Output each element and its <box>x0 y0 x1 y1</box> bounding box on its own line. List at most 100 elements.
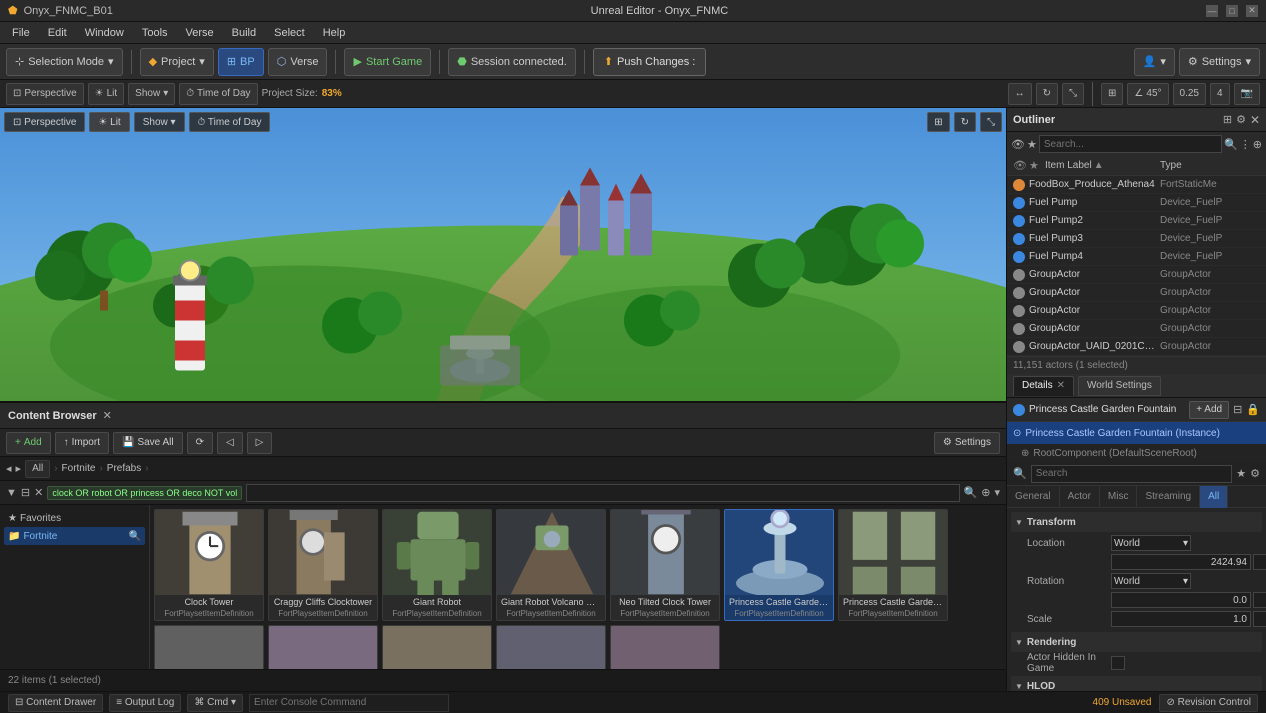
outliner-row[interactable]: Fuel Pump3 Device_FuelP <box>1007 230 1266 248</box>
asset-card[interactable]: Craggy Cliffs Clocktower FortPlaysetItem… <box>268 509 378 621</box>
asset-card[interactable] <box>496 625 606 669</box>
scale-x-input[interactable] <box>1111 611 1251 627</box>
location-dropdown[interactable]: World▾ <box>1111 535 1191 551</box>
translate-button[interactable]: ↔ <box>1008 83 1032 105</box>
details-tab-close[interactable]: ✕ <box>1057 380 1065 391</box>
details-star-icon[interactable]: ★ <box>1236 467 1246 480</box>
verse-button[interactable]: ⬡ Verse <box>268 48 328 76</box>
details-search-input[interactable] <box>1031 465 1233 483</box>
history-fwd-button[interactable]: ▷ <box>247 432 273 454</box>
asset-card[interactable]: Giant Robot FortPlaysetItemDefinition <box>382 509 492 621</box>
show-button[interactable]: Show ▾ <box>128 83 175 105</box>
time-of-day-button[interactable]: ⏱ Time of Day <box>179 83 257 105</box>
all-tab[interactable]: All <box>1200 486 1228 508</box>
menu-window[interactable]: Window <box>77 25 132 41</box>
filter-icon[interactable]: ▼ <box>6 487 17 499</box>
path-prefabs-item[interactable]: Prefabs <box>107 463 141 474</box>
vp-grid-btn[interactable]: ⊞ <box>927 112 949 132</box>
actor-tab[interactable]: Actor <box>1060 486 1100 508</box>
selected-instance-row[interactable]: ⊙ Princess Castle Garden Fountain (Insta… <box>1007 422 1266 444</box>
filter-input[interactable] <box>246 484 959 502</box>
rendering-section[interactable]: ▼ Rendering <box>1011 632 1262 652</box>
perspective-button[interactable]: ⊡ Perspective <box>6 83 84 105</box>
vp-rotate-btn[interactable]: ↻ <box>954 112 976 132</box>
snap-display[interactable]: 0.25 <box>1173 83 1206 105</box>
outliner-add-icon[interactable]: ⊕ <box>1253 138 1262 151</box>
transform-section[interactable]: ▼ Transform <box>1011 512 1262 532</box>
history-back-button[interactable]: ◁ <box>217 432 243 454</box>
outliner-row[interactable]: GroupActor GroupActor <box>1007 284 1266 302</box>
users-button[interactable]: 👤 ▾ <box>1134 48 1175 76</box>
item-label-col[interactable]: Item Label <box>1045 160 1092 171</box>
session-button[interactable]: ⬣ Session connected. <box>448 48 576 76</box>
actor-hidden-checkbox[interactable] <box>1111 656 1125 670</box>
asset-card[interactable] <box>610 625 720 669</box>
scale-btn[interactable]: ⤡ <box>1062 83 1084 105</box>
console-command-input[interactable] <box>249 694 449 712</box>
selection-mode-button[interactable]: ⊹ Selection Mode ▾ <box>6 48 123 76</box>
asset-card[interactable]: Princess Castle Garden Intersection Fort… <box>838 509 948 621</box>
tab-label[interactable]: Onyx_FNMC_B01 <box>24 5 113 17</box>
cmd-button[interactable]: ⌘ Cmd ▾ <box>187 694 243 712</box>
settings-button[interactable]: ⚙ Settings ▾ <box>1179 48 1260 76</box>
bp-button[interactable]: ⊞ BP <box>218 48 264 76</box>
filter-down-icon[interactable]: ⊟ <box>21 486 30 499</box>
import-button[interactable]: ↑ Import <box>55 432 109 454</box>
lit-vp-button[interactable]: ☀ Lit <box>89 112 129 132</box>
outliner-settings-icon[interactable]: ⚙ <box>1236 113 1246 126</box>
star-icon[interactable]: ★ <box>1027 138 1037 151</box>
filter-close-icon[interactable]: ✕ <box>34 486 43 499</box>
misc-tab[interactable]: Misc <box>1100 486 1138 508</box>
general-tab[interactable]: General <box>1007 486 1060 508</box>
path-fortnite-item[interactable]: Fortnite <box>62 463 96 474</box>
view-options-icon[interactable]: ⊟ <box>1233 403 1242 416</box>
outliner-filter-icon[interactable]: ⊞ <box>1223 113 1232 126</box>
project-button[interactable]: ◆ Project ▾ <box>140 48 214 76</box>
angle-display[interactable]: ∠ 45° <box>1127 83 1168 105</box>
menu-file[interactable]: File <box>4 25 38 41</box>
details-settings-icon[interactable]: ⚙ <box>1250 467 1260 480</box>
maximize-button[interactable]: □ <box>1226 5 1238 17</box>
outliner-row[interactable]: Fuel Pump Device_FuelP <box>1007 194 1266 212</box>
outliner-search-input[interactable] <box>1039 135 1222 153</box>
grid-button[interactable]: ⊞ <box>1101 83 1123 105</box>
rotation-x-input[interactable] <box>1111 592 1251 608</box>
lit-button[interactable]: ☀ Lit <box>88 83 125 105</box>
rotation-y-input[interactable] <box>1253 592 1266 608</box>
minimize-button[interactable]: — <box>1206 5 1218 17</box>
rotate-button[interactable]: ↻ <box>1036 83 1058 105</box>
cb-settings-button[interactable]: ⚙ Settings <box>934 432 1000 454</box>
asset-card[interactable]: Clock Tower FortPlaysetItemDefinition <box>154 509 264 621</box>
outliner-row[interactable]: FoodBox_Produce_Athena4 FortStaticMe <box>1007 176 1266 194</box>
fortnite-tree-item[interactable]: 📁 Fortnite 🔍 <box>4 527 145 545</box>
outliner-row[interactable]: GroupActor GroupActor <box>1007 266 1266 284</box>
asset-card[interactable] <box>154 625 264 669</box>
location-y-input[interactable] <box>1253 554 1266 570</box>
path-fwd-icon[interactable]: ▸ <box>16 462 22 475</box>
push-changes-button[interactable]: ⬆ Push Changes : <box>593 48 707 76</box>
outliner-row[interactable]: Fuel Pump4 Device_FuelP <box>1007 248 1266 266</box>
asset-card[interactable] <box>382 625 492 669</box>
show-vp-button[interactable]: Show ▾ <box>134 112 185 132</box>
viewport[interactable]: ⊡ Perspective ☀ Lit Show ▾ ⏱ Time of Day… <box>0 108 1006 423</box>
asset-card[interactable] <box>268 625 378 669</box>
time-vp-button[interactable]: ⏱ Time of Day <box>189 112 271 132</box>
location-x-input[interactable] <box>1111 554 1251 570</box>
lock-icon[interactable]: 🔒 <box>1246 403 1260 416</box>
filter-expand-icon[interactable]: ⊕ <box>981 486 990 499</box>
menu-edit[interactable]: Edit <box>40 25 75 41</box>
asset-card[interactable]: Princess Castle Garden Fountain FortPlay… <box>724 509 834 621</box>
filter-menu-icon[interactable]: ▾ <box>994 486 1000 499</box>
menu-select[interactable]: Select <box>266 25 313 41</box>
outliner-close-button[interactable]: ✕ <box>1250 113 1260 127</box>
output-log-button[interactable]: ≡ Output Log <box>109 694 181 712</box>
revision-control-button[interactable]: ⊘ Revision Control <box>1159 694 1258 712</box>
add-component-button[interactable]: + Add <box>1189 401 1229 419</box>
menu-help[interactable]: Help <box>315 25 354 41</box>
asset-card[interactable]: Neo Tilted Clock Tower FortPlaysetItemDe… <box>610 509 720 621</box>
content-drawer-button[interactable]: ⊟ Content Drawer <box>8 694 103 712</box>
add-button[interactable]: + Add <box>6 432 51 454</box>
path-all-button[interactable]: All <box>25 460 50 478</box>
details-tab[interactable]: Details ✕ <box>1013 376 1074 396</box>
asset-card[interactable]: Giant Robot Volcano Base FortPlaysetItem… <box>496 509 606 621</box>
